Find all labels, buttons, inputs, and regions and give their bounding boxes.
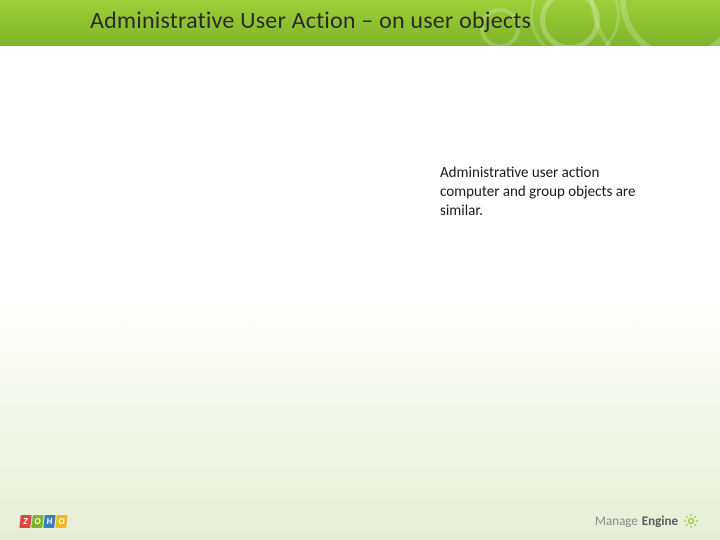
manageengine-logo: Manage Engine bbox=[595, 512, 700, 530]
zoho-tile-o2: O bbox=[55, 515, 67, 528]
zoho-tile-h: H bbox=[43, 515, 55, 528]
slide: Administrative User Action – on user obj… bbox=[0, 0, 720, 540]
decorative-ring-icon bbox=[530, 0, 620, 46]
zoho-tile-z: Z bbox=[19, 515, 31, 528]
manageengine-prefix: Manage bbox=[595, 514, 638, 529]
body-note: Administrative user action computer and … bbox=[440, 164, 650, 220]
header-band: Administrative User Action – on user obj… bbox=[0, 0, 720, 46]
slide-title: Administrative User Action – on user obj… bbox=[90, 6, 531, 35]
footer: Z O H O Manage Engine bbox=[0, 500, 720, 540]
gear-icon bbox=[682, 512, 700, 530]
manageengine-suffix: Engine bbox=[642, 514, 678, 529]
zoho-tile-o1: O bbox=[31, 515, 43, 528]
zoho-logo: Z O H O bbox=[20, 515, 67, 528]
